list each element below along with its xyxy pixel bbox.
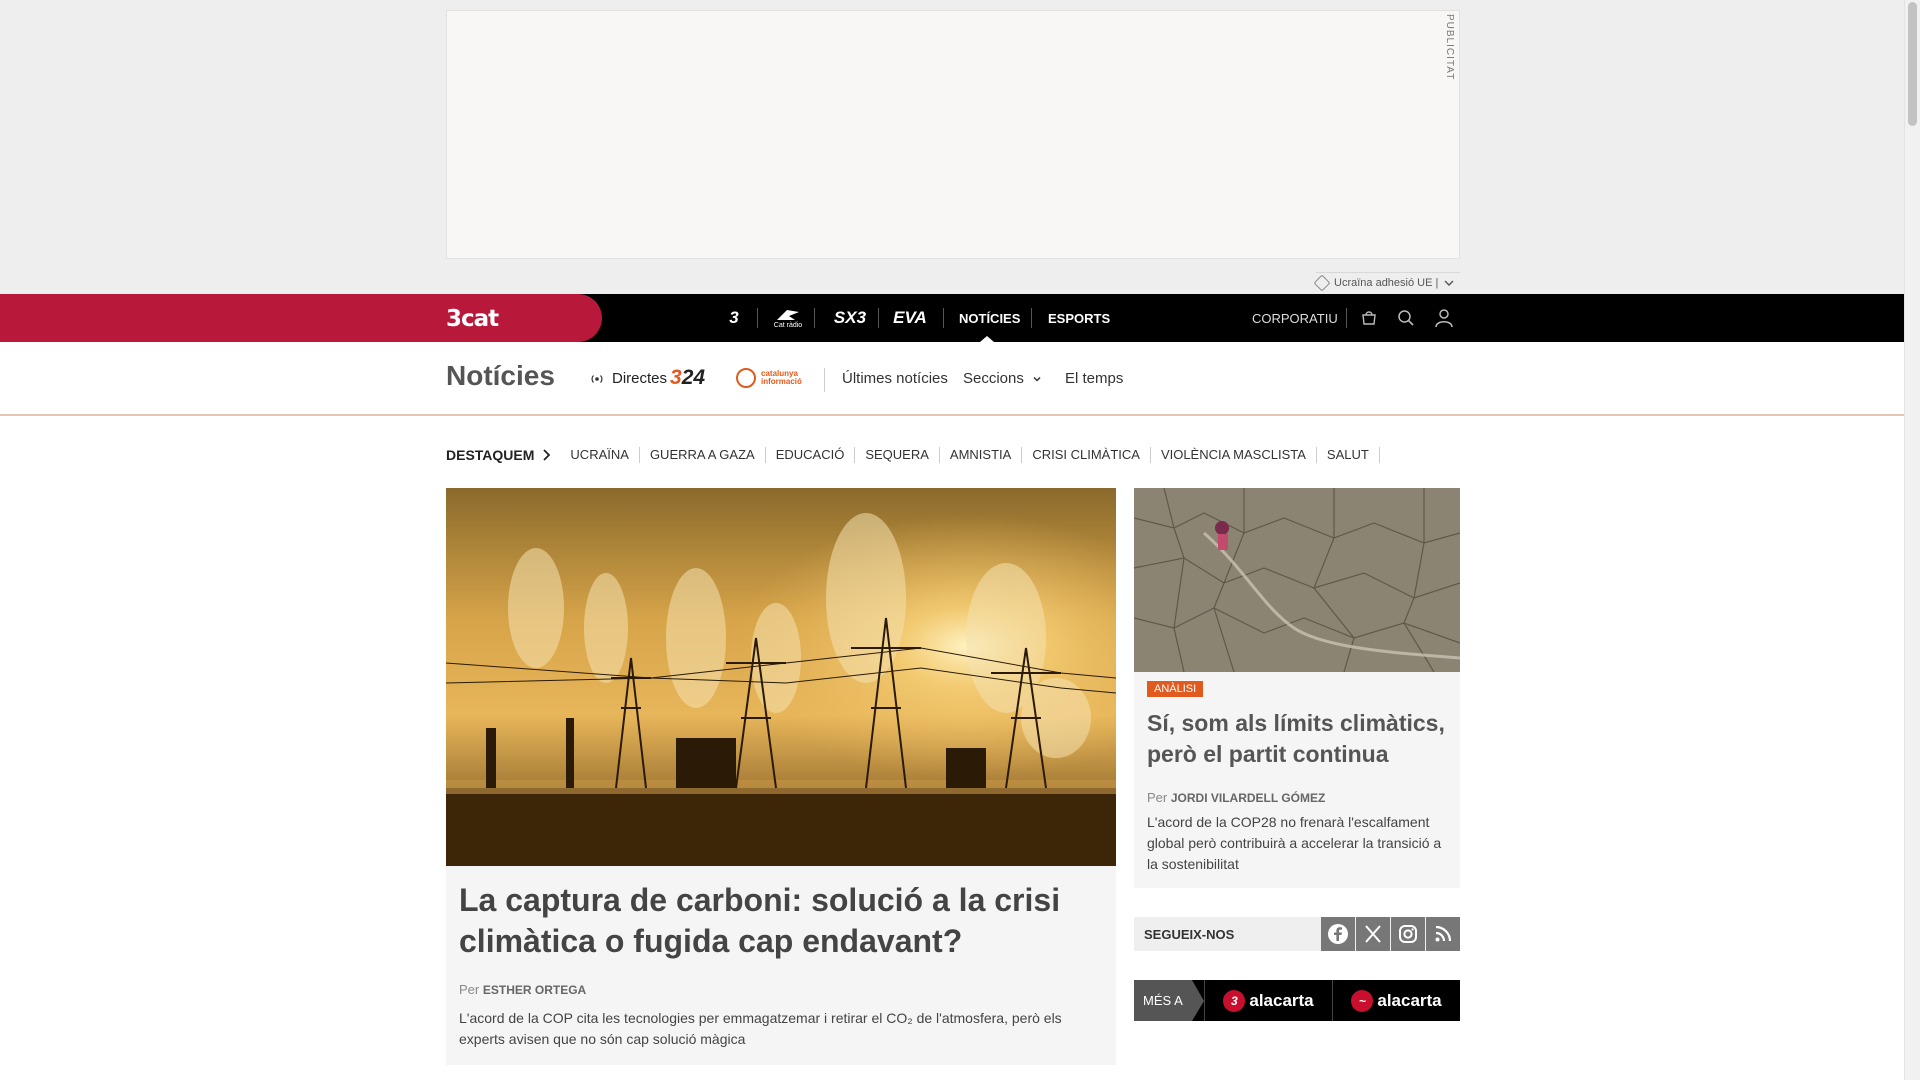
main-article-image[interactable] <box>446 488 1116 866</box>
destaquem-label[interactable]: DESTAQUEM <box>446 447 551 463</box>
channel-catradio-label: Cat ràdio <box>773 321 803 329</box>
channel-eva-label: EVA <box>893 308 927 327</box>
x-button[interactable] <box>1356 917 1390 951</box>
instagram-button[interactable] <box>1391 917 1425 951</box>
link-el-temps[interactable]: El temps <box>1065 370 1123 387</box>
live-broadcast-icon <box>591 374 603 383</box>
dropdown-seccions-label: Seccions <box>963 370 1024 387</box>
topic-link[interactable]: CRISI CLIMÀTICA <box>1022 447 1151 463</box>
nav-corporatiu[interactable]: CORPORATIU <box>1252 294 1338 342</box>
section-header: Notícies Directes 332424 catalunya infor… <box>0 342 1904 416</box>
nav-esports[interactable]: ESPORTS <box>1048 294 1110 342</box>
channel-tv3[interactable]: 3 <box>712 294 756 342</box>
dropdown-seccions[interactable]: Seccions <box>963 370 1042 387</box>
link-ultimes-noticies[interactable]: Últimes notícies <box>842 370 948 387</box>
separator <box>824 368 825 392</box>
ad-tag-text: Ucraïna adhesió UE | <box>1334 277 1439 289</box>
facebook-icon <box>1328 924 1348 944</box>
separator <box>757 308 758 328</box>
channel-tv3-label: 3 <box>729 308 739 327</box>
link-ultimes-noticies-label: Últimes notícies <box>842 370 948 387</box>
catinfo-logo-text: catalunya informació <box>761 369 802 386</box>
topic-link[interactable]: VIOLÈNCIA MASCLISTA <box>1151 447 1317 463</box>
chevron-down-icon <box>1033 376 1041 382</box>
follow-us-label: SEGUEIX-NOS <box>1144 926 1235 942</box>
tv3-alacarta-link[interactable]: 3 alacarta <box>1204 980 1332 1021</box>
ad-zone: PUBLICITAT Ucraïna adhesió UE | <box>0 0 1904 294</box>
nav-noticies[interactable]: NOTÍCIES <box>959 294 1020 342</box>
industrial-sunset-image <box>446 488 1116 866</box>
side-article-title[interactable]: Sí, som als límits climàtics, però el pa… <box>1147 708 1447 770</box>
separator <box>1346 308 1347 328</box>
page-scrollbar[interactable] <box>1904 0 1920 1080</box>
drought-image <box>1134 488 1460 672</box>
user-icon[interactable] <box>1432 306 1456 330</box>
topic-link[interactable]: EDUCACIÓ <box>766 447 856 463</box>
main-article-title[interactable]: La captura de carboni: solució a la cris… <box>459 880 1099 962</box>
side-article-byline: Per JORDI VILARDELL GÓMEZ <box>1147 790 1325 805</box>
x-icon <box>1365 925 1381 943</box>
catradio-icon <box>777 309 799 320</box>
channel-catradio[interactable]: Cat ràdio <box>766 294 810 342</box>
tv3-logo-icon: 3 <box>1223 989 1246 1012</box>
separator <box>943 308 944 328</box>
rss-button[interactable] <box>1426 917 1460 951</box>
alacarta-label: alacarta <box>1377 990 1442 1010</box>
mes-a-bar: MÉS A 3 alacarta ~ alacarta <box>1134 980 1460 1021</box>
side-article-card[interactable]: ANÀLISI Sí, som als límits climàtics, pe… <box>1134 488 1460 888</box>
topic-link[interactable]: UCRAÏNA <box>560 447 640 463</box>
category-badge[interactable]: ANÀLISI <box>1147 681 1204 697</box>
byline-prefix: Per <box>1147 790 1168 805</box>
channel-eva[interactable]: EVA <box>886 294 934 342</box>
facebook-button[interactable] <box>1321 917 1355 951</box>
main-article-card[interactable]: La captura de carboni: solució a la cris… <box>446 488 1116 1065</box>
ad-topic-tag[interactable]: Ucraïna adhesió UE | <box>1313 272 1460 292</box>
tag-icon <box>1313 274 1331 292</box>
top-navigation: 3cat 3 Cat ràdio SX3 EVA NOTÍCIES ESPORT… <box>0 294 1904 342</box>
author-name[interactable]: JORDI VILARDELL GÓMEZ <box>1171 791 1325 805</box>
logo-324[interactable]: 332424 <box>670 366 705 390</box>
topics-bar: DESTAQUEM UCRAÏNA GUERRA A GAZA EDUCACIÓ… <box>446 444 1380 466</box>
topic-link[interactable]: GUERRA A GAZA <box>640 447 766 463</box>
logo-band <box>0 294 602 342</box>
instagram-icon <box>1399 925 1417 943</box>
topic-link[interactable]: SEQUERA <box>855 447 940 463</box>
directes-label: Directes <box>612 370 668 387</box>
section-title[interactable]: Notícies <box>446 360 555 392</box>
catradio-alacarta-link[interactable]: ~ alacarta <box>1332 980 1460 1021</box>
topic-link[interactable]: SALUT <box>1317 447 1380 463</box>
scrollbar-thumb[interactable] <box>1908 2 1917 126</box>
separator <box>1031 308 1032 328</box>
main-article-byline: Per ESTHER ORTEGA <box>459 982 586 997</box>
link-el-temps-label: El temps <box>1065 370 1124 387</box>
rss-icon <box>1435 925 1452 942</box>
mes-a-label: MÉS A <box>1134 980 1204 1021</box>
main-article-summary: L'acord de la COP cita les tecnologies p… <box>459 1010 1062 1047</box>
alacarta-label: alacarta <box>1249 990 1314 1010</box>
follow-us-bar: SEGUEIX-NOS <box>1134 917 1460 951</box>
destaquem-text: DESTAQUEM <box>446 447 535 463</box>
ad-label: PUBLICITAT <box>1444 14 1455 81</box>
topic-link[interactable]: AMNISTIA <box>940 447 1023 463</box>
logo-catalunya-informacio[interactable]: catalunya informació <box>736 368 827 388</box>
chevron-right-icon <box>543 449 551 461</box>
catinfo-logo-mark <box>736 368 756 388</box>
channel-sx3[interactable]: SX3 <box>822 294 878 342</box>
page: PUBLICITAT Ucraïna adhesió UE | 3cat 3 C… <box>0 0 1904 1080</box>
byline-prefix: Per <box>459 982 480 997</box>
separator <box>814 308 815 328</box>
chevron-down-icon <box>1444 280 1454 286</box>
ad-banner[interactable] <box>446 10 1460 259</box>
3cat-logo[interactable]: 3cat <box>446 306 499 332</box>
channel-sx3-label: SX3 <box>833 308 867 327</box>
directes-link[interactable]: Directes <box>590 370 667 387</box>
author-name[interactable]: ESTHER ORTEGA <box>483 983 586 997</box>
side-article-summary: L'acord de la COP28 no frenarà l'escalfa… <box>1147 814 1442 872</box>
side-article-image[interactable] <box>1134 488 1460 672</box>
catradio-logo-icon: ~ <box>1351 989 1374 1012</box>
separator <box>878 308 879 328</box>
search-icon[interactable] <box>1394 306 1418 330</box>
shop-icon[interactable] <box>1357 306 1381 330</box>
